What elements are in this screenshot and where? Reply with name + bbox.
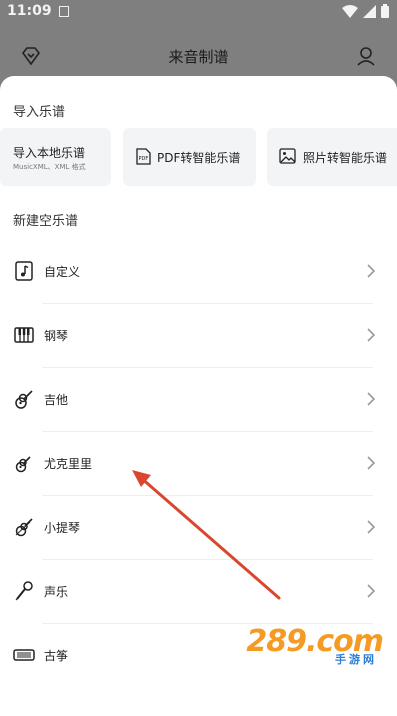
notification-icon xyxy=(59,6,69,17)
pdf-file-icon: PDF xyxy=(136,148,151,165)
chevron-right-icon xyxy=(367,456,376,470)
app-bar: 来音制谱 xyxy=(0,36,397,78)
guzheng-icon xyxy=(13,649,35,661)
battery-icon xyxy=(381,4,389,18)
chevron-right-icon xyxy=(367,264,376,278)
list-item-vocal[interactable]: 声乐 xyxy=(0,559,397,623)
import-local-formats: MusicXML、XML 格式 xyxy=(13,163,86,171)
photo-to-score-label: 照片转智能乐谱 xyxy=(303,151,388,165)
profile-icon[interactable] xyxy=(354,44,378,68)
piano-icon xyxy=(14,327,34,343)
violin-icon xyxy=(15,518,33,537)
photo-to-score-card[interactable]: 照片转智能乐谱 xyxy=(267,128,397,186)
import-local-card[interactable]: 导入本地乐谱 MusicXML、XML 格式 xyxy=(0,128,111,186)
watermark-logo: 289.com 手游网 xyxy=(246,624,384,666)
list-item-custom[interactable]: 自定义 xyxy=(0,239,397,303)
chevron-right-icon xyxy=(367,584,376,598)
list-item-label: 尤克里里 xyxy=(44,457,93,471)
watermark-sub: 手游网 xyxy=(335,653,377,666)
list-item-label: 自定义 xyxy=(44,265,81,279)
list-item-label: 声乐 xyxy=(44,585,69,599)
list-item-label: 小提琴 xyxy=(44,521,81,535)
pdf-to-score-label: PDF转智能乐谱 xyxy=(157,151,241,165)
status-bar: 11:09 xyxy=(0,0,397,26)
list-item-label: 吉他 xyxy=(44,393,69,407)
new-score-sheet: 导入乐谱 导入本地乐谱 MusicXML、XML 格式 PDF PDF转智能乐谱… xyxy=(0,76,397,716)
pdf-badge: PDF xyxy=(139,156,149,162)
list-item-ukulele[interactable]: 尤克里里 xyxy=(0,431,397,495)
guitar-icon xyxy=(15,390,33,409)
music-note-icon xyxy=(15,261,33,281)
signal-icon xyxy=(363,4,376,18)
pdf-to-score-card[interactable]: PDF PDF转智能乐谱 xyxy=(123,128,256,186)
list-item-violin[interactable]: 小提琴 xyxy=(0,495,397,559)
app-title: 来音制谱 xyxy=(168,48,229,66)
import-cards-row[interactable]: 导入本地乐谱 MusicXML、XML 格式 PDF PDF转智能乐谱 照片转智… xyxy=(0,128,397,186)
wifi-icon xyxy=(342,4,358,18)
chevron-right-icon xyxy=(367,328,376,342)
status-time: 11:09 xyxy=(7,3,52,19)
image-icon xyxy=(279,148,296,164)
chevron-right-icon xyxy=(367,392,376,406)
import-local-label: 导入本地乐谱 xyxy=(13,146,86,160)
status-icons xyxy=(342,4,389,18)
list-item-label: 古筝 xyxy=(44,649,69,663)
new-section-title: 新建空乐谱 xyxy=(13,214,79,229)
chevron-right-icon xyxy=(367,520,376,534)
import-section-title: 导入乐谱 xyxy=(13,105,66,120)
ukulele-icon xyxy=(15,456,31,473)
microphone-icon xyxy=(15,581,33,601)
list-item-label: 钢琴 xyxy=(44,329,69,343)
list-item-guitar[interactable]: 吉他 xyxy=(0,367,397,431)
list-item-piano[interactable]: 钢琴 xyxy=(0,303,397,367)
